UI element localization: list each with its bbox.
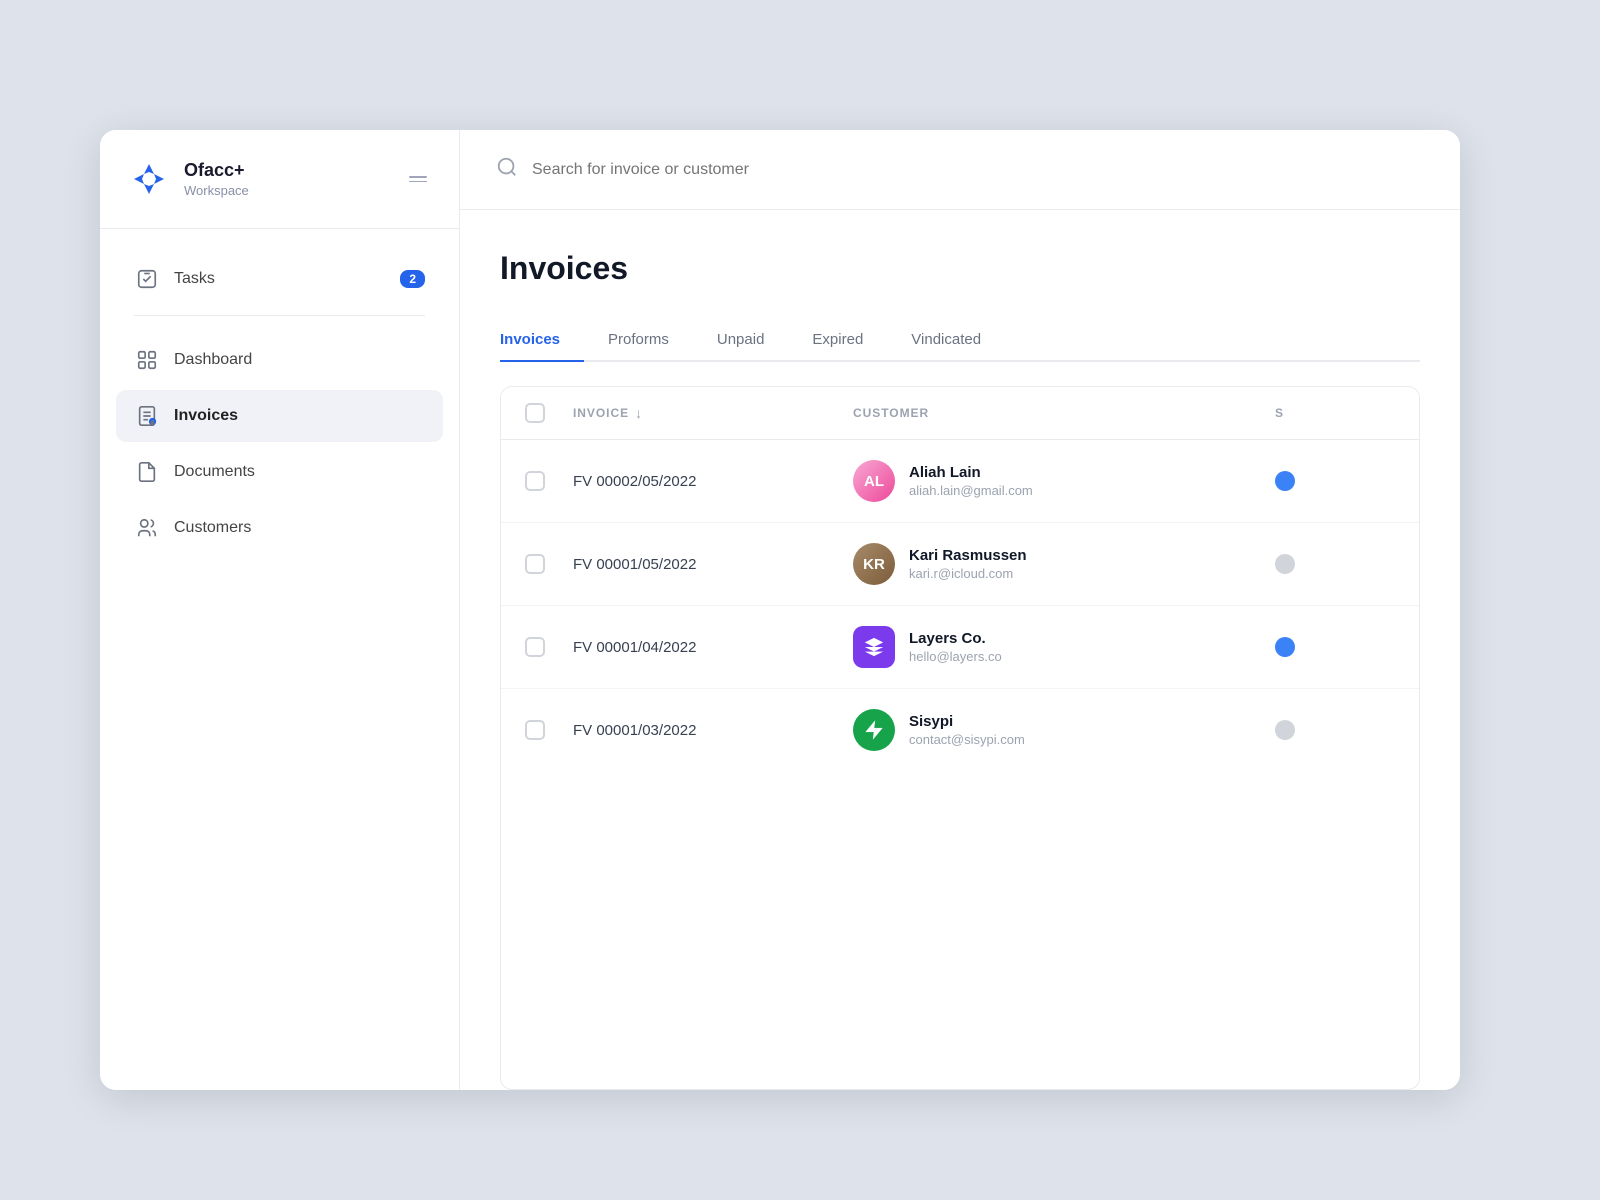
tab-invoices[interactable]: Invoices xyxy=(500,319,584,362)
table-header: INVOICE ↓ CUSTOMER S xyxy=(501,387,1419,440)
sidebar-item-dashboard[interactable]: Dashboard xyxy=(116,334,443,386)
customer-cell: KR Kari Rasmussen kari.r@icloud.com xyxy=(853,543,1275,585)
customers-icon xyxy=(134,515,160,541)
content-area: Invoices Invoices Proforms Unpaid Expire… xyxy=(460,210,1460,1090)
tab-proforms[interactable]: Proforms xyxy=(584,319,693,362)
nav-divider xyxy=(134,315,425,316)
tab-unpaid[interactable]: Unpaid xyxy=(693,319,789,362)
customer-info: Sisypi contact@sisypi.com xyxy=(909,713,1025,747)
customer-email: kari.r@icloud.com xyxy=(909,566,1027,581)
avatar xyxy=(853,626,895,668)
table-row[interactable]: FV 00002/05/2022 AL Aliah Lain aliah.lai… xyxy=(501,440,1419,523)
search-input[interactable] xyxy=(532,161,1424,179)
avatar: AL xyxy=(853,460,895,502)
app-container: Ofacc+ Workspace Tasks 2 xyxy=(100,130,1460,1090)
sidebar-item-documents[interactable]: Documents xyxy=(116,446,443,498)
status-column-header: S xyxy=(1275,403,1395,423)
tasks-badge: 2 xyxy=(400,270,425,288)
sort-arrow-icon: ↓ xyxy=(635,405,643,421)
customer-email: contact@sisypi.com xyxy=(909,732,1025,747)
customer-name: Kari Rasmussen xyxy=(909,547,1027,564)
invoices-label: Invoices xyxy=(174,407,238,425)
invoice-column-header: INVOICE ↓ xyxy=(573,403,853,423)
brand-text: Ofacc+ Workspace xyxy=(184,160,391,199)
main-content: Invoices Invoices Proforms Unpaid Expire… xyxy=(460,130,1460,1090)
tasks-icon xyxy=(134,266,160,292)
page-title: Invoices xyxy=(500,250,1420,287)
customer-info: Aliah Lain aliah.lain@gmail.com xyxy=(909,464,1033,498)
table-row[interactable]: FV 00001/05/2022 KR Kari Rasmussen kari.… xyxy=(501,523,1419,606)
status-indicator xyxy=(1275,637,1295,657)
customer-info: Kari Rasmussen kari.r@icloud.com xyxy=(909,547,1027,581)
sidebar-item-invoices[interactable]: $ Invoices xyxy=(116,390,443,442)
table-row[interactable]: FV 00001/04/2022 Layers Co. hello@layers… xyxy=(501,606,1419,689)
brand-sub: Workspace xyxy=(184,183,391,198)
customer-cell: Layers Co. hello@layers.co xyxy=(853,626,1275,668)
customer-name: Layers Co. xyxy=(909,630,1002,647)
dashboard-icon xyxy=(134,347,160,373)
logo-icon xyxy=(128,158,170,200)
avatar: KR xyxy=(853,543,895,585)
search-icon xyxy=(496,156,518,183)
dashboard-label: Dashboard xyxy=(174,351,252,369)
select-all-checkbox[interactable] xyxy=(525,403,545,423)
documents-icon xyxy=(134,459,160,485)
customer-email: aliah.lain@gmail.com xyxy=(909,483,1033,498)
tab-expired[interactable]: Expired xyxy=(788,319,887,362)
status-indicator xyxy=(1275,554,1295,574)
documents-label: Documents xyxy=(174,463,255,481)
sidebar-nav: Tasks 2 Dashboard xyxy=(100,229,459,582)
invoice-number: FV 00001/03/2022 xyxy=(573,722,853,739)
customer-email: hello@layers.co xyxy=(909,649,1002,664)
sidebar-item-customers[interactable]: Customers xyxy=(116,502,443,554)
invoice-table: INVOICE ↓ CUSTOMER S FV 00002/05/2022 AL xyxy=(500,386,1420,1090)
customers-label: Customers xyxy=(174,519,251,537)
status-indicator xyxy=(1275,471,1295,491)
tasks-label: Tasks xyxy=(174,270,215,288)
invoice-number: FV 00001/04/2022 xyxy=(573,639,853,656)
invoices-icon: $ xyxy=(134,403,160,429)
customer-name: Aliah Lain xyxy=(909,464,1033,481)
row-checkbox[interactable] xyxy=(525,720,545,740)
topbar xyxy=(460,130,1460,210)
tabs-row: Invoices Proforms Unpaid Expired Vindica… xyxy=(500,319,1420,362)
brand-name: Ofacc+ xyxy=(184,160,391,182)
invoice-number: FV 00001/05/2022 xyxy=(573,556,853,573)
avatar xyxy=(853,709,895,751)
customer-column-header: CUSTOMER xyxy=(853,403,1275,423)
row-checkbox[interactable] xyxy=(525,471,545,491)
sidebar-header: Ofacc+ Workspace xyxy=(100,130,459,229)
customer-name: Sisypi xyxy=(909,713,1025,730)
row-checkbox[interactable] xyxy=(525,637,545,657)
table-row[interactable]: FV 00001/03/2022 Sisypi contact@sisypi.c… xyxy=(501,689,1419,771)
invoice-number: FV 00002/05/2022 xyxy=(573,473,853,490)
sidebar-item-tasks[interactable]: Tasks 2 xyxy=(116,253,443,305)
customer-cell: AL Aliah Lain aliah.lain@gmail.com xyxy=(853,460,1275,502)
customer-cell: Sisypi contact@sisypi.com xyxy=(853,709,1275,751)
row-checkbox[interactable] xyxy=(525,554,545,574)
customer-info: Layers Co. hello@layers.co xyxy=(909,630,1002,664)
tab-vindicated[interactable]: Vindicated xyxy=(887,319,1005,362)
sidebar: Ofacc+ Workspace Tasks 2 xyxy=(100,130,460,1090)
workspace-switcher-button[interactable] xyxy=(405,172,431,186)
status-indicator xyxy=(1275,720,1295,740)
